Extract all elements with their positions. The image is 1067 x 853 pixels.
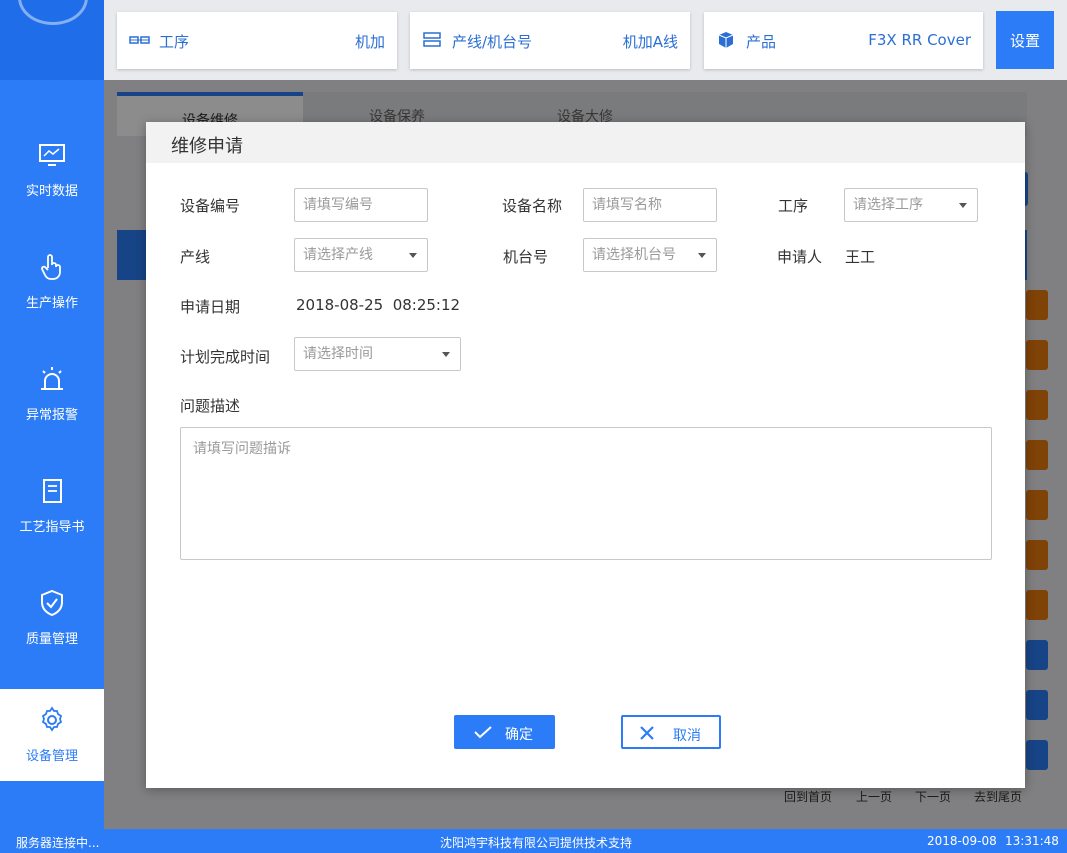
sidebar-item-production[interactable]: 生产操作 — [0, 252, 104, 344]
sidebar-item-alarm[interactable]: 异常报警 — [0, 364, 104, 456]
sidebar-item-label: 工艺指导书 — [19, 520, 85, 535]
line-select-label: 产线 — [180, 248, 211, 266]
monitor-icon — [39, 144, 65, 166]
line-value: 机加A线 — [622, 33, 678, 51]
sidebar: 实时数据 生产操作 异常报警 工艺指导书 质量管理 设备管理 — [0, 0, 104, 829]
chevron-down-icon — [442, 352, 450, 357]
sidebar-item-label: 实时数据 — [25, 184, 78, 199]
logo — [0, 0, 104, 80]
chevron-down-icon — [959, 203, 967, 208]
device-no-input[interactable] — [294, 188, 428, 222]
description-textarea[interactable] — [180, 427, 992, 560]
machine-no-placeholder: 请选择机台号 — [592, 247, 676, 263]
sidebar-item-label: 质量管理 — [25, 632, 78, 647]
connection-status: 服务器连接中... — [16, 836, 100, 850]
process-icon — [129, 36, 150, 44]
top-header: 工序 机加 产线/机台号 机加A线 产品 F3X RR Cover — [104, 0, 1067, 80]
dialog-title: 维修申请 — [171, 136, 243, 157]
gear-icon — [41, 706, 63, 732]
process-value: 机加 — [354, 33, 385, 51]
sidebar-item-instructions[interactable]: 工艺指导书 — [0, 476, 104, 568]
line-select[interactable]: 请选择产线 — [294, 238, 428, 272]
device-name-label: 设备名称 — [502, 197, 563, 215]
line-card[interactable]: 产线/机台号 机加A线 — [410, 12, 690, 69]
plan-time-placeholder: 请选择时间 — [303, 346, 373, 362]
server-icon — [423, 32, 441, 47]
document-icon — [43, 479, 62, 503]
support-text: 沈阳鸿宇科技有限公司提供技术支持 — [440, 836, 633, 850]
cancel-label: 取消 — [673, 728, 701, 744]
apply-date-label: 申请日期 — [180, 298, 241, 316]
sidebar-item-label: 设备管理 — [25, 749, 78, 764]
product-value: F3X RR Cover — [868, 31, 971, 49]
plan-time-select[interactable]: 请选择时间 — [294, 337, 461, 371]
cancel-button[interactable]: 取消 — [621, 715, 721, 749]
confirm-button[interactable]: 确定 — [454, 715, 555, 749]
process-select-label: 工序 — [778, 197, 809, 215]
repair-request-dialog: 维修申请 设备编号 设备名称 工序 请选择工序 产线 请选择产线 机台号 请选择… — [146, 122, 1025, 788]
status-time: 13:31:48 — [1005, 834, 1059, 848]
applicant-value: 王工 — [845, 248, 876, 266]
status-date: 2018-09-08 — [927, 834, 997, 848]
sidebar-item-label: 异常报警 — [25, 408, 78, 423]
hand-pointer-icon — [41, 254, 61, 280]
description-label: 问题描述 — [180, 397, 241, 415]
plan-time-label: 计划完成时间 — [180, 348, 271, 366]
close-icon — [640, 726, 654, 740]
cube-icon — [718, 32, 734, 48]
check-icon — [474, 726, 492, 739]
product-card[interactable]: 产品 F3X RR Cover — [704, 12, 983, 69]
product-label: 产品 — [746, 33, 777, 51]
process-select-placeholder: 请选择工序 — [853, 197, 923, 213]
dialog-header: 维修申请 — [146, 122, 1025, 163]
sidebar-item-realtime-data[interactable]: 实时数据 — [0, 140, 104, 232]
chevron-down-icon — [698, 253, 706, 258]
machine-no-select[interactable]: 请选择机台号 — [583, 238, 717, 272]
process-card[interactable]: 工序 机加 — [117, 12, 397, 69]
device-no-label: 设备编号 — [180, 197, 241, 215]
chevron-down-icon — [409, 253, 417, 258]
line-label: 产线/机台号 — [452, 33, 533, 51]
status-bar: 服务器连接中... 沈阳鸿宇科技有限公司提供技术支持 2018-09-08 13… — [0, 829, 1067, 853]
device-name-input[interactable] — [583, 188, 717, 222]
sidebar-item-label: 生产操作 — [25, 296, 78, 311]
sidebar-item-quality[interactable]: 质量管理 — [0, 588, 104, 680]
machine-no-label: 机台号 — [503, 248, 549, 266]
applicant-label: 申请人 — [777, 248, 823, 266]
sidebar-item-equipment[interactable]: 设备管理 — [0, 689, 104, 781]
process-label: 工序 — [159, 33, 190, 51]
alarm-light-icon — [41, 367, 63, 390]
settings-button[interactable]: 设置 — [996, 11, 1054, 69]
confirm-label: 确定 — [505, 727, 533, 743]
apply-date-value: 2018-08-25 08:25:12 — [296, 296, 461, 314]
line-select-placeholder: 请选择产线 — [303, 247, 373, 263]
shield-check-icon — [41, 589, 63, 617]
process-select[interactable]: 请选择工序 — [844, 188, 978, 222]
